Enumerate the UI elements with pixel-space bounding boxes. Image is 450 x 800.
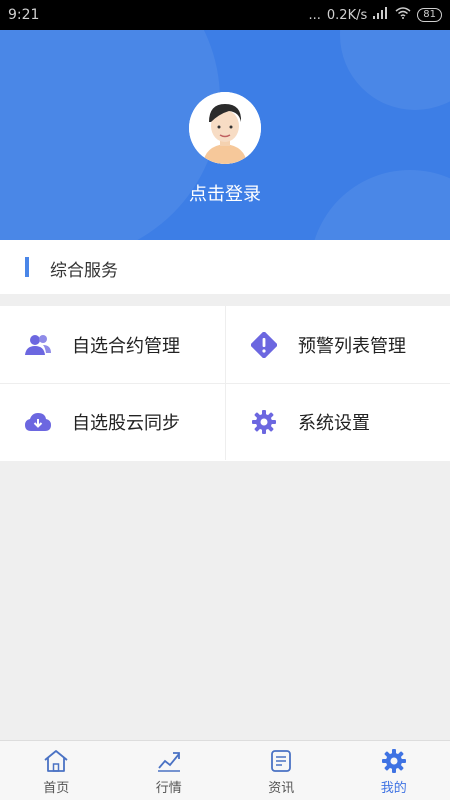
gear-icon [250, 408, 278, 436]
battery-icon: 81 [417, 8, 442, 22]
menu-item-system-settings[interactable]: 系统设置 [225, 383, 450, 460]
section-title: 综合服务 [50, 261, 118, 281]
profile-header: 点击登录 [0, 30, 450, 240]
network-speed: 0.2K/s [326, 7, 368, 23]
status-indicators: ... 0.2K/s 81 [308, 7, 442, 23]
home-icon [42, 748, 70, 774]
signal-icon [373, 7, 389, 23]
tab-market[interactable]: 行情 [113, 741, 226, 800]
cloud-download-icon [24, 408, 52, 436]
menu-item-label: 自选股云同步 [72, 413, 180, 434]
trend-icon [155, 748, 183, 774]
tab-label: 资讯 [268, 781, 295, 796]
tab-label: 首页 [43, 781, 70, 796]
menu-item-label: 系统设置 [298, 413, 370, 434]
service-menu: 自选合约管理 预警列表管理 自选股云同步 系统设置 [0, 306, 450, 461]
tab-mine[interactable]: 我的 [338, 741, 450, 800]
decor-circle [0, 30, 220, 240]
status-time: 9:21 [8, 7, 40, 23]
wifi-icon [395, 7, 411, 23]
news-icon [267, 748, 295, 774]
decor-circle [340, 30, 450, 110]
menu-item-label: 预警列表管理 [298, 335, 406, 357]
menu-item-watchlist-contracts[interactable]: 自选合约管理 [0, 306, 225, 383]
gear-icon [380, 748, 408, 774]
avatar[interactable] [189, 92, 261, 164]
status-dots: ... [308, 7, 321, 23]
users-icon [24, 331, 52, 359]
tab-label: 我的 [380, 781, 407, 796]
menu-item-alert-list[interactable]: 预警列表管理 [225, 306, 450, 383]
tab-label: 行情 [155, 781, 182, 796]
tab-news[interactable]: 资讯 [225, 741, 338, 800]
menu-item-label: 自选合约管理 [72, 335, 180, 357]
status-bar: 9:21 ... 0.2K/s 81 [0, 0, 450, 30]
tab-home[interactable]: 首页 [0, 741, 113, 800]
menu-item-cloud-sync[interactable]: 自选股云同步 [0, 383, 225, 460]
alert-icon [250, 331, 278, 359]
login-link[interactable]: 点击登录 [0, 180, 450, 206]
section-accent-bar [25, 257, 29, 277]
section-header: 综合服务 [0, 240, 450, 294]
bottom-tab-bar: 首页 行情 资讯 我的 [0, 740, 450, 800]
